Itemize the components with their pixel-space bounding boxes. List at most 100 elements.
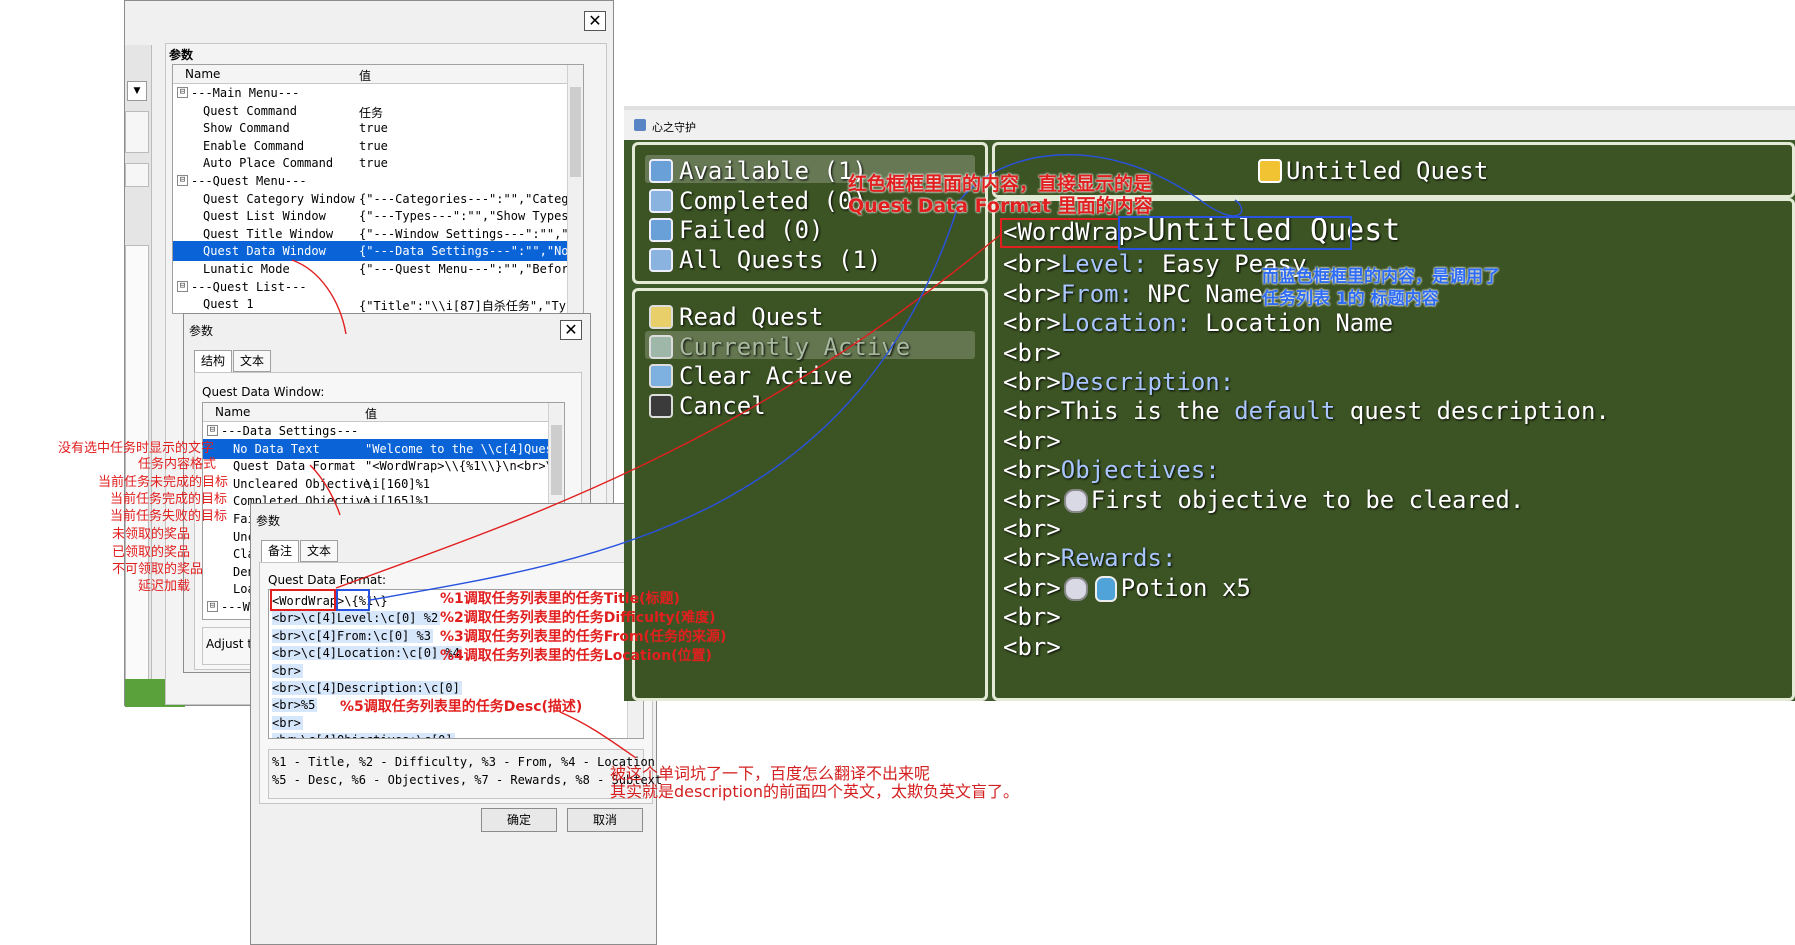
quest-data-line: <br> First objective to be cleared. bbox=[1003, 486, 1524, 514]
quest-from-label: From: bbox=[1060, 279, 1134, 308]
command-icon bbox=[649, 393, 673, 418]
help-line-2: %5 - Desc, %6 - Objectives, %7 - Rewards… bbox=[272, 773, 663, 787]
quest-desc-pre: This is the bbox=[1060, 397, 1235, 426]
left-panel-strip: ▼ bbox=[125, 45, 152, 705]
quest-br: <br> bbox=[1003, 338, 1061, 367]
quest-data-line: <br>Objectives: bbox=[1003, 456, 1220, 484]
blue-box-title-game bbox=[1118, 216, 1352, 250]
category-item[interactable]: All Quests (1) bbox=[679, 246, 881, 274]
header-value: 值 bbox=[365, 407, 378, 421]
quest-rewards-label: Rewards: bbox=[1060, 544, 1177, 573]
quest-br: <br> bbox=[1003, 573, 1061, 602]
param-name: Quest Command bbox=[203, 103, 297, 118]
param-value: true bbox=[359, 138, 388, 153]
param-name: Quest List Window bbox=[203, 209, 326, 224]
quest-obj-text: First objective to be cleared. bbox=[1090, 485, 1525, 514]
quest-br: <br> bbox=[1003, 603, 1061, 632]
grid-header: Name 值 bbox=[173, 65, 583, 84]
command-icon bbox=[649, 305, 673, 329]
collapse-toggle-icon[interactable]: ⊟ bbox=[177, 280, 188, 292]
cancel-button[interactable]: 取消 bbox=[567, 808, 643, 832]
quest-data-line: <br>From: NPC Name bbox=[1003, 280, 1263, 308]
category-item[interactable]: Completed (0) bbox=[679, 187, 867, 215]
help-box: %1 - Title, %2 - Difficulty, %3 - From, … bbox=[268, 749, 662, 799]
param-value: true bbox=[359, 121, 388, 136]
quest-obj-label: Objectives: bbox=[1060, 456, 1220, 485]
quest-location-value: Location Name bbox=[1190, 309, 1394, 338]
tab-text[interactable]: 文本 bbox=[233, 350, 271, 372]
category-item[interactable]: Available (1) bbox=[679, 157, 867, 185]
blue-box-title-dialog bbox=[336, 589, 370, 611]
param-value: {"---Window Settings---":"","No Qu… bbox=[359, 226, 583, 241]
param-note: %2调取任务列表里的任务Difficulty(难度) bbox=[440, 610, 716, 626]
quest-desc-default: default bbox=[1234, 397, 1336, 426]
category-item[interactable]: Failed (0) bbox=[679, 216, 824, 244]
command-item[interactable]: Clear Active bbox=[679, 362, 852, 390]
param-name: Quest Category Window bbox=[203, 191, 355, 206]
param-group-label: 参数 bbox=[169, 48, 194, 62]
potion-icon bbox=[1094, 575, 1117, 602]
quest-data-line: <br> bbox=[1003, 603, 1061, 631]
command-item[interactable]: Currently Active bbox=[679, 333, 910, 361]
adjust-label: Adjust t bbox=[206, 637, 253, 651]
category-label: ---Data Settings--- bbox=[221, 424, 359, 438]
close-icon[interactable]: ✕ bbox=[584, 11, 606, 31]
param-name: Uncleared Objective bbox=[233, 476, 371, 491]
objective-circle-icon bbox=[1063, 576, 1088, 601]
scroll-thumb[interactable] bbox=[570, 87, 581, 177]
quest-from-value: NPC Name bbox=[1133, 279, 1264, 308]
quest-data-line: <br> bbox=[1003, 633, 1061, 661]
quest-data-line: <br> bbox=[1003, 427, 1061, 455]
param-value: "<WordWrap>\\{%1\\}\n<br>\\c[… bbox=[365, 459, 564, 474]
quest-desc-post: quest description. bbox=[1335, 397, 1610, 426]
dialog2-section-label: Quest Data Format: bbox=[268, 573, 387, 587]
collapse-toggle-icon[interactable]: ⊟ bbox=[207, 601, 218, 612]
param-name: Show Command bbox=[203, 121, 290, 136]
red-box-wordwrap-game bbox=[1000, 218, 1120, 248]
command-item[interactable]: Read Quest bbox=[679, 303, 824, 331]
collapse-toggle-icon[interactable]: ⊟ bbox=[207, 425, 218, 436]
header-name: Name bbox=[215, 405, 251, 419]
ok-button[interactable]: 确定 bbox=[481, 808, 557, 832]
tab-note[interactable]: 备注 bbox=[261, 540, 299, 562]
quest-br: <br> bbox=[1003, 544, 1061, 573]
param-name: Auto Place Command bbox=[203, 156, 334, 171]
quest-br: <br> bbox=[1003, 632, 1061, 661]
param-value: {"---Types---":"","Show Types":"tr… bbox=[359, 209, 583, 224]
format-line: <br>%5 bbox=[272, 698, 318, 713]
param-note-5: %5调取任务列表里的任务Desc(描述) bbox=[340, 699, 583, 715]
format-line: <br> bbox=[272, 663, 303, 678]
tab-structure[interactable]: 结构 bbox=[194, 350, 232, 372]
category-icon bbox=[649, 159, 673, 183]
scroll-thumb[interactable] bbox=[551, 425, 562, 495]
collapse-toggle-icon[interactable]: ⊟ bbox=[177, 87, 188, 98]
quest-br: <br> bbox=[1003, 309, 1061, 338]
quest-br: <br> bbox=[1003, 426, 1061, 455]
objective-circle-icon bbox=[1063, 488, 1088, 513]
quest-br: <br> bbox=[1003, 368, 1061, 396]
param-note: %4调取任务列表里的任务Location(位置) bbox=[440, 648, 712, 664]
param-name: No Data Text bbox=[233, 441, 320, 456]
collapse-toggle-icon[interactable]: ⊟ bbox=[177, 175, 188, 186]
param-name: Enable Command bbox=[203, 138, 305, 153]
param-note: %3调取任务列表里的任务From(任务的来源) bbox=[440, 629, 727, 645]
quest-br: <br> bbox=[1003, 485, 1061, 514]
quest-desc-label: Description: bbox=[1060, 368, 1235, 396]
command-icon bbox=[649, 364, 673, 388]
quest-data-line: <br>Description: bbox=[1003, 368, 1234, 396]
quest-data-line: <br> Potion x5 bbox=[1003, 574, 1251, 602]
param-grid[interactable]: Name 值 ⊟ ---Main Menu--- Quest Command 任务 Sh… bbox=[172, 64, 584, 314]
tab-text[interactable]: 文本 bbox=[300, 540, 338, 562]
dropdown-arrow-icon[interactable]: ▼ bbox=[127, 81, 147, 101]
command-item[interactable]: Cancel bbox=[679, 392, 766, 420]
param-note: %1调取任务列表里的任务Title(标题) bbox=[440, 591, 680, 607]
dialog1-title: 参数 bbox=[189, 324, 214, 338]
close-icon[interactable]: ✕ bbox=[560, 320, 582, 340]
command-icon bbox=[649, 334, 673, 359]
grid-scrollbar[interactable] bbox=[567, 65, 583, 313]
quest-location-label: Location: bbox=[1060, 309, 1191, 338]
left-annotation-label: 任务内容格式 bbox=[138, 457, 217, 472]
param-dialog-2: 参数 ✕ 备注 文本 Quest Data Format: <WordWrap>… bbox=[250, 503, 662, 945]
table-row[interactable]: Quest 1 {"Title":"\\i[87]自杀任务","Type":… bbox=[173, 294, 583, 313]
game-titlebar: 心之守护 bbox=[624, 110, 1795, 141]
